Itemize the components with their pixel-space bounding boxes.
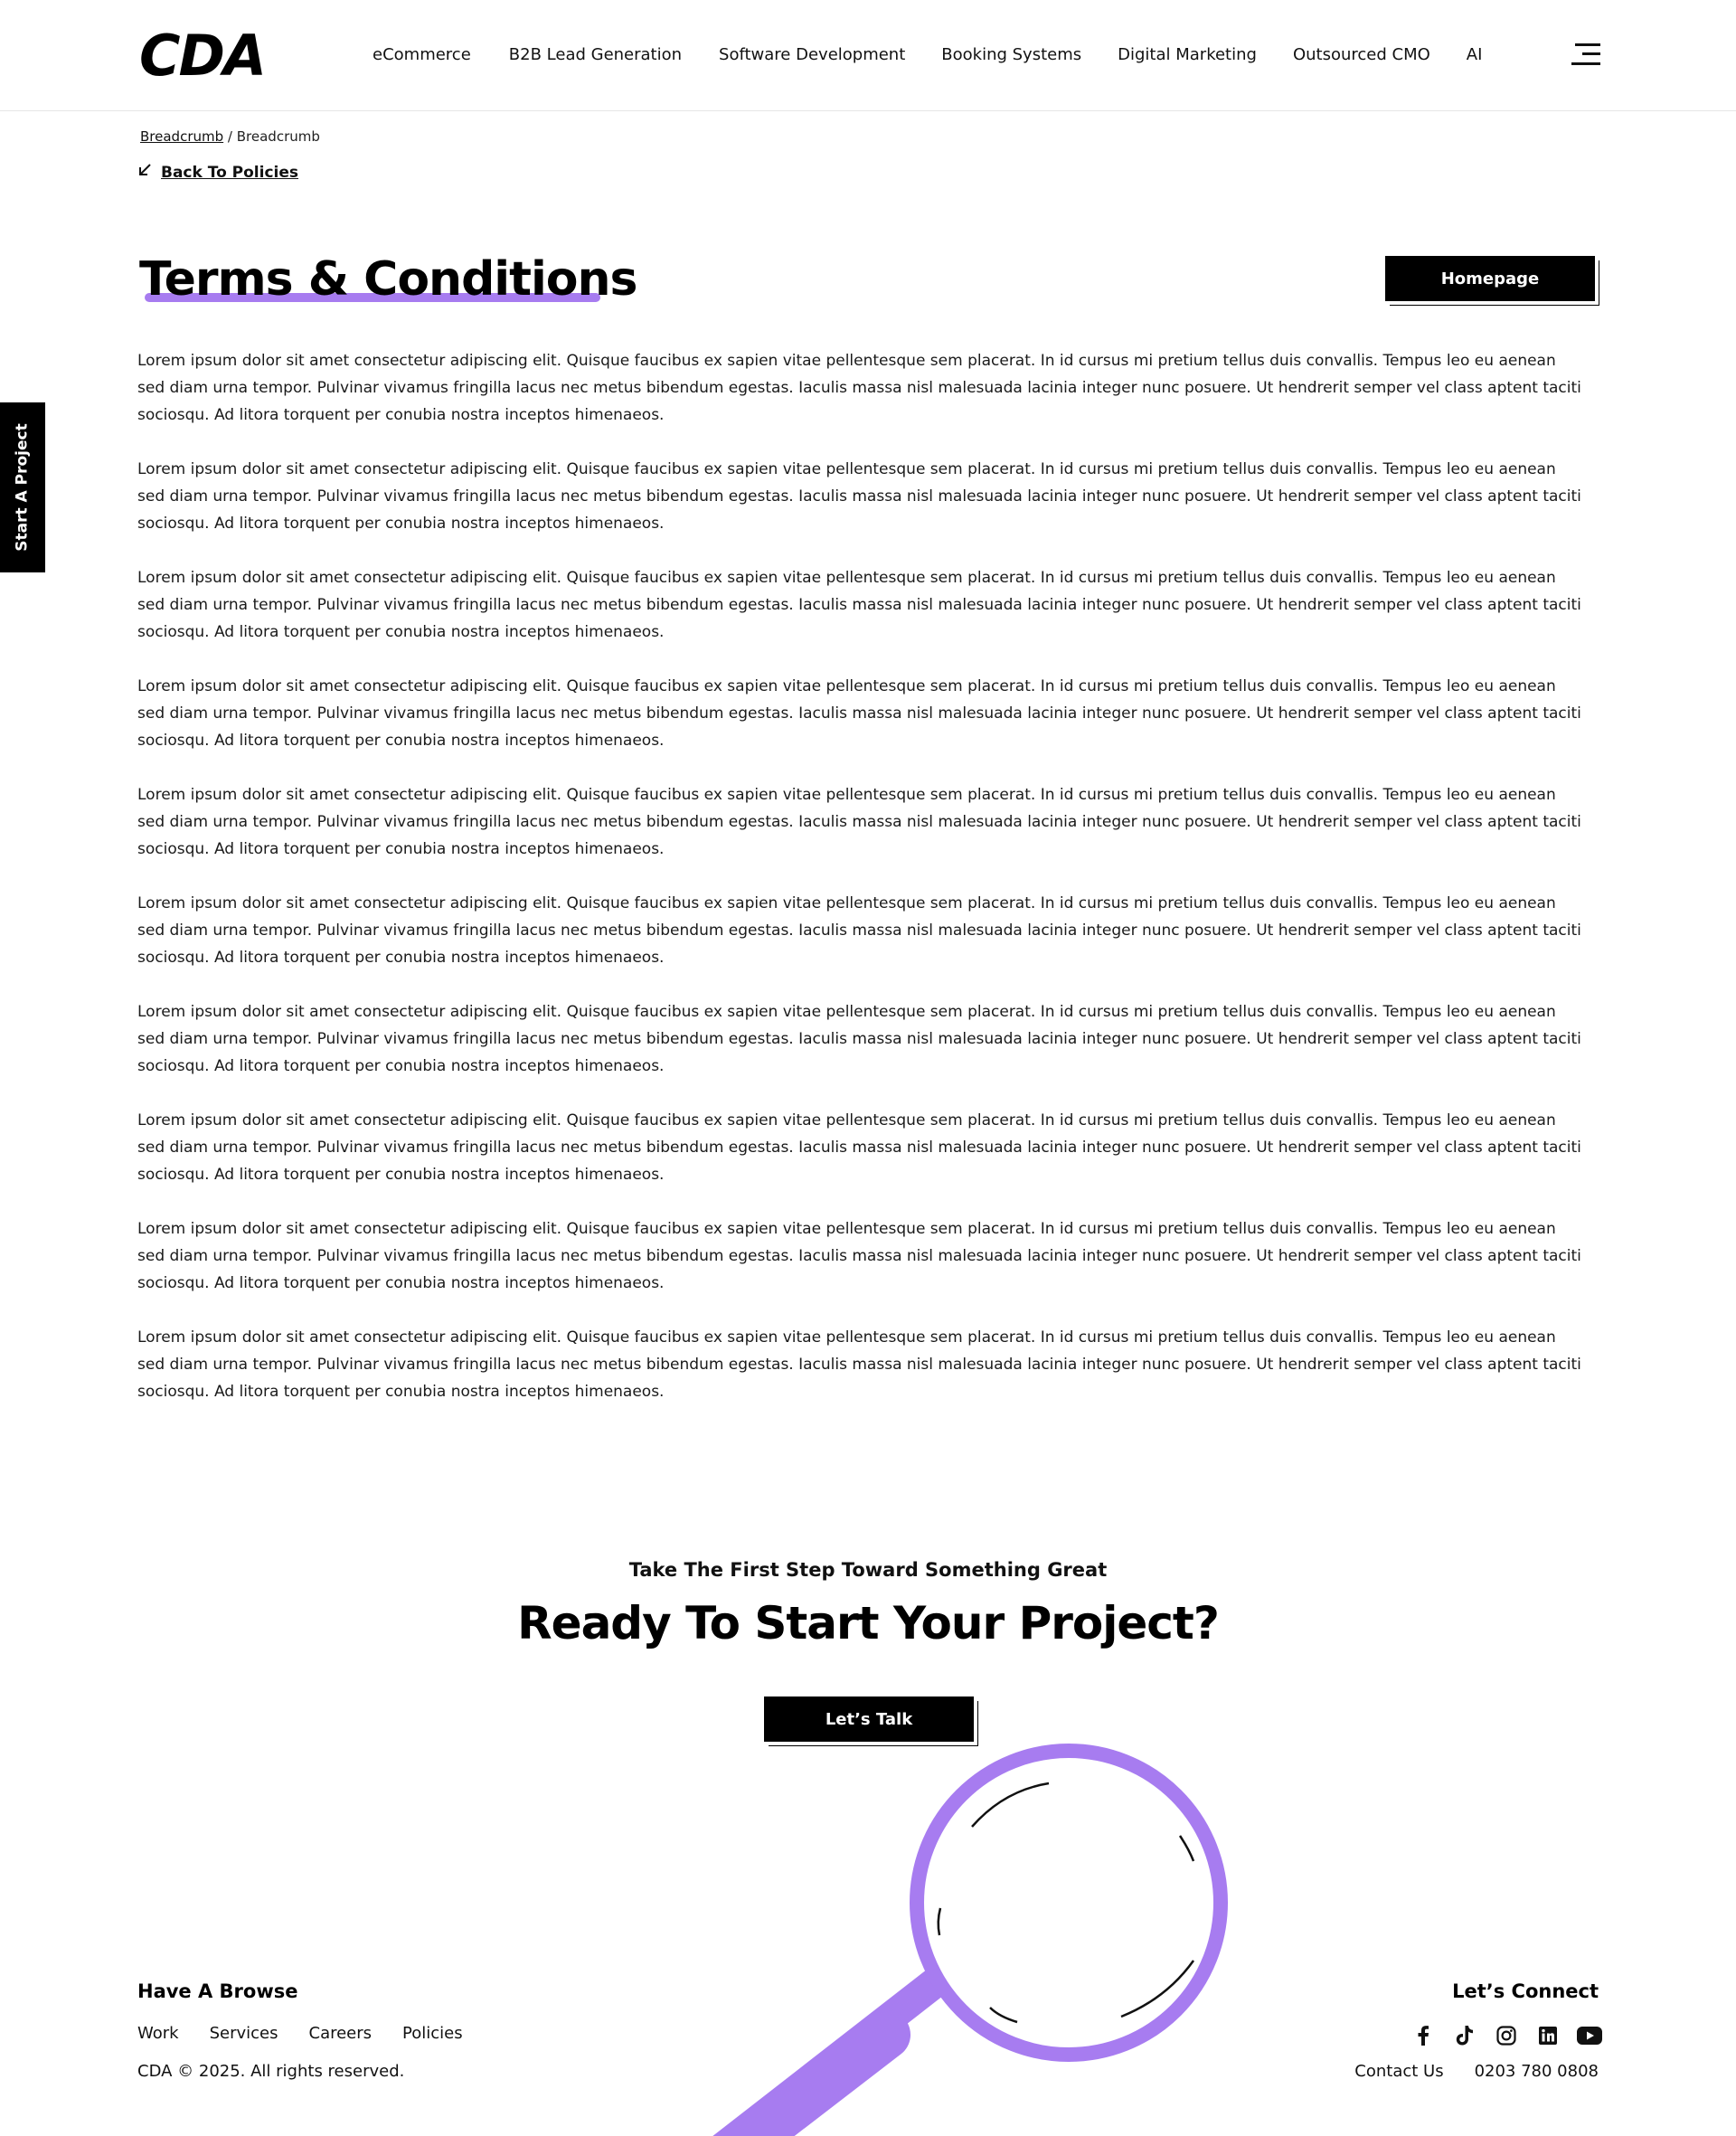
footer-link-policies[interactable]: Policies [402, 2024, 463, 2043]
menu-icon[interactable] [1571, 42, 1600, 67]
cta-kicker: Take The First Step Toward Something Gre… [628, 1559, 1108, 1581]
nav-item-outsourced-cmo[interactable]: Outsourced CMO [1293, 45, 1430, 64]
nav-item-software-development[interactable]: Software Development [719, 45, 905, 64]
paragraph: Lorem ipsum dolor sit amet consectetur a… [137, 1328, 1581, 1401]
cta-title-prefix: Ready To Start Your [517, 1597, 1005, 1649]
paragraph: Lorem ipsum dolor sit amet consectetur a… [137, 786, 1581, 858]
homepage-button[interactable]: Homepage [1385, 256, 1595, 301]
browse-heading: Have A Browse [137, 1980, 298, 2002]
logo[interactable]: CDA [139, 28, 267, 84]
footer-links: Work Services Careers Policies [137, 2024, 494, 2043]
paragraph: Lorem ipsum dolor sit amet consectetur a… [137, 1003, 1581, 1075]
start-project-label: Start A Project [14, 423, 32, 552]
terms-content: Lorem ipsum dolor sit amet consectetur a… [137, 347, 1584, 1432]
breadcrumb-link[interactable]: Breadcrumb [140, 128, 223, 145]
magnifier-illustration [712, 1744, 1228, 2136]
nav-item-booking-systems[interactable]: Booking Systems [941, 45, 1081, 64]
nav-item-b2b-lead-generation[interactable]: B2B Lead Generation [509, 45, 682, 64]
connect-heading: Let’s Connect [1452, 1980, 1599, 2002]
start-project-tab[interactable]: Start A Project [0, 402, 45, 572]
nav-item-ai[interactable]: AI [1467, 45, 1483, 64]
paragraph: Lorem ipsum dolor sit amet consectetur a… [137, 894, 1581, 967]
nav-item-ecommerce[interactable]: eCommerce [373, 45, 471, 64]
back-to-policies-label: Back To Policies [161, 163, 299, 182]
main-nav: eCommerce B2B Lead Generation Software D… [373, 45, 1482, 64]
linkedin-icon[interactable] [1535, 2024, 1561, 2047]
cta-title-highlight: Project? [1018, 1597, 1220, 1649]
breadcrumb-separator: / [227, 128, 232, 145]
youtube-icon[interactable] [1577, 2024, 1602, 2047]
contact-row: Contact Us 0203 780 0808 [1354, 2062, 1599, 2081]
breadcrumb-current: Breadcrumb [236, 128, 320, 145]
paragraph: Lorem ipsum dolor sit amet consectetur a… [137, 352, 1581, 424]
breadcrumb: Breadcrumb / Breadcrumb [140, 128, 320, 145]
footer-link-services[interactable]: Services [210, 2024, 278, 2043]
footer-link-work[interactable]: Work [137, 2024, 179, 2043]
cta-title: Ready To Start Your Project? [0, 1597, 1736, 1649]
nav-item-digital-marketing[interactable]: Digital Marketing [1118, 45, 1257, 64]
phone-link[interactable]: 0203 780 0808 [1475, 2062, 1599, 2081]
facebook-icon[interactable] [1410, 2024, 1436, 2047]
page-title: Terms & Conditions [139, 252, 637, 307]
arrow-down-left-icon [137, 163, 152, 182]
paragraph: Lorem ipsum dolor sit amet consectetur a… [137, 1220, 1581, 1292]
social-links [1410, 2024, 1602, 2047]
instagram-icon[interactable] [1494, 2024, 1519, 2047]
paragraph: Lorem ipsum dolor sit amet consectetur a… [137, 677, 1581, 750]
paragraph: Lorem ipsum dolor sit amet consectetur a… [137, 1111, 1581, 1184]
page-title-wrap: Terms & Conditions [139, 248, 637, 311]
footer-link-careers[interactable]: Careers [309, 2024, 373, 2043]
contact-us-link[interactable]: Contact Us [1354, 2062, 1443, 2081]
tiktok-icon[interactable] [1452, 2024, 1477, 2047]
copyright: CDA © 2025. All rights reserved. [137, 2062, 405, 2081]
lets-talk-button[interactable]: Let’s Talk [764, 1697, 974, 1742]
paragraph: Lorem ipsum dolor sit amet consectetur a… [137, 569, 1581, 641]
site-header: CDA eCommerce B2B Lead Generation Softwa… [0, 0, 1736, 111]
back-to-policies-link[interactable]: Back To Policies [137, 163, 298, 182]
paragraph: Lorem ipsum dolor sit amet consectetur a… [137, 460, 1581, 533]
